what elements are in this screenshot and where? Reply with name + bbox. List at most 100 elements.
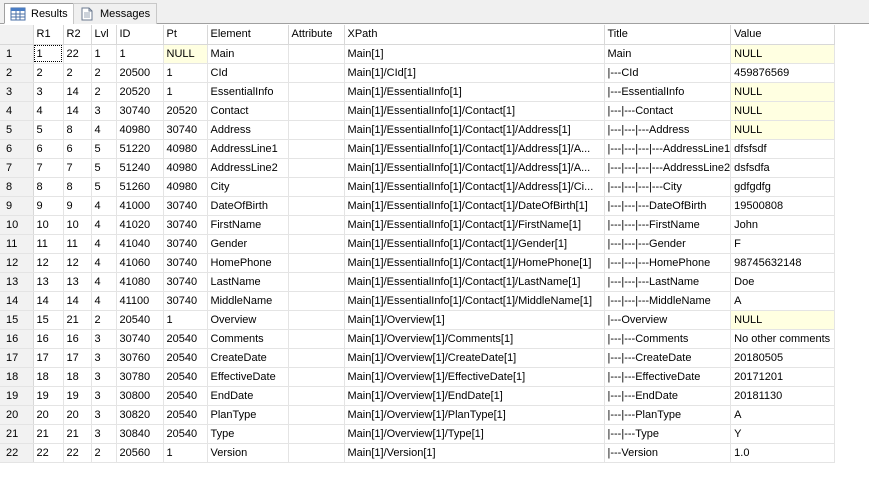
r2-cell[interactable]: 17: [63, 348, 92, 368]
id-cell[interactable]: 30840: [116, 424, 164, 444]
lvl-cell[interactable]: 4: [91, 234, 117, 254]
element-cell[interactable]: Comments: [207, 329, 289, 349]
tab-messages[interactable]: Messages: [73, 3, 158, 24]
id-cell[interactable]: 20500: [116, 63, 164, 83]
element-cell[interactable]: CId: [207, 63, 289, 83]
row-number[interactable]: 22: [0, 443, 34, 463]
r2-cell[interactable]: 6: [63, 139, 92, 159]
pt-cell[interactable]: 30740: [163, 215, 208, 235]
row-number[interactable]: 6: [0, 139, 34, 159]
lvl-cell[interactable]: 2: [91, 443, 117, 463]
attribute-cell[interactable]: [288, 215, 345, 235]
value-cell[interactable]: NULL: [730, 44, 836, 64]
attribute-cell[interactable]: [288, 63, 345, 83]
title-cell[interactable]: |---|---|---|---AddressLine2: [604, 158, 732, 178]
title-cell[interactable]: |---Version: [604, 443, 732, 463]
xpath-cell[interactable]: Main[1]/EssentialInfo[1]/Contact[1]/Home…: [344, 253, 605, 273]
r1-cell[interactable]: 22: [33, 443, 64, 463]
table-row[interactable]: 12 12 12 4 41060 30740 HomePhone Main[1]/Essent…: [0, 253, 836, 273]
value-cell[interactable]: NULL: [730, 82, 836, 102]
r2-cell[interactable]: 10: [63, 215, 92, 235]
row-number[interactable]: 13: [0, 272, 34, 292]
r1-cell[interactable]: 4: [33, 101, 64, 121]
column-header-title[interactable]: Title: [604, 25, 732, 45]
id-cell[interactable]: 30800: [116, 386, 164, 406]
pt-cell[interactable]: 1: [163, 63, 208, 83]
xpath-cell[interactable]: Main[1]/Overview[1]/Type[1]: [344, 424, 605, 444]
attribute-cell[interactable]: [288, 310, 345, 330]
lvl-cell[interactable]: 2: [91, 63, 117, 83]
title-cell[interactable]: |---|---|---Gender: [604, 234, 732, 254]
lvl-cell[interactable]: 1: [91, 44, 117, 64]
value-cell[interactable]: NULL: [730, 120, 836, 140]
title-cell[interactable]: |---|---|---|---City: [604, 177, 732, 197]
value-cell[interactable]: Doe: [730, 272, 836, 292]
row-number[interactable]: 15: [0, 310, 34, 330]
attribute-cell[interactable]: [288, 253, 345, 273]
lvl-cell[interactable]: 5: [91, 177, 117, 197]
element-cell[interactable]: HomePhone: [207, 253, 289, 273]
value-cell[interactable]: gdfgdfg: [730, 177, 836, 197]
attribute-cell[interactable]: [288, 82, 345, 102]
value-cell[interactable]: 20171201: [730, 367, 836, 387]
r2-cell[interactable]: 14: [63, 82, 92, 102]
row-number[interactable]: 1: [0, 44, 34, 64]
title-cell[interactable]: |---|---|---FirstName: [604, 215, 732, 235]
row-number[interactable]: 21: [0, 424, 34, 444]
element-cell[interactable]: EssentialInfo: [207, 82, 289, 102]
id-cell[interactable]: 41100: [116, 291, 164, 311]
xpath-cell[interactable]: Main[1]/EssentialInfo[1]/Contact[1]/Firs…: [344, 215, 605, 235]
element-cell[interactable]: Main: [207, 44, 289, 64]
value-cell[interactable]: Y: [730, 424, 836, 444]
pt-cell[interactable]: 30740: [163, 272, 208, 292]
xpath-cell[interactable]: Main[1]/Overview[1]: [344, 310, 605, 330]
lvl-cell[interactable]: 2: [91, 82, 117, 102]
id-cell[interactable]: 20540: [116, 310, 164, 330]
title-cell[interactable]: |---|---|---|---AddressLine1: [604, 139, 732, 159]
title-cell[interactable]: |---|---Contact: [604, 101, 732, 121]
r1-cell[interactable]: 21: [33, 424, 64, 444]
table-row[interactable]: 22 22 22 2 20560 1 Version Main[1]/Version[1] |-…: [0, 443, 836, 463]
attribute-cell[interactable]: [288, 329, 345, 349]
r1-cell[interactable]: 20: [33, 405, 64, 425]
pt-cell[interactable]: 20540: [163, 348, 208, 368]
pt-cell[interactable]: 20540: [163, 424, 208, 444]
id-cell[interactable]: 41040: [116, 234, 164, 254]
value-cell[interactable]: A: [730, 405, 836, 425]
lvl-cell[interactable]: 4: [91, 120, 117, 140]
pt-cell[interactable]: 1: [163, 82, 208, 102]
table-row[interactable]: 9 9 9 4 41000 30740 DateOfBirth Main[1]/Essenti…: [0, 196, 836, 216]
attribute-cell[interactable]: [288, 44, 345, 64]
xpath-cell[interactable]: Main[1]/EssentialInfo[1]/Contact[1]: [344, 101, 605, 121]
r1-cell[interactable]: 1: [33, 44, 64, 64]
pt-cell[interactable]: NULL: [163, 44, 208, 64]
row-number[interactable]: 10: [0, 215, 34, 235]
row-number[interactable]: 12: [0, 253, 34, 273]
lvl-cell[interactable]: 5: [91, 158, 117, 178]
r2-cell[interactable]: 21: [63, 424, 92, 444]
column-header-element[interactable]: Element: [207, 25, 289, 45]
r2-cell[interactable]: 9: [63, 196, 92, 216]
lvl-cell[interactable]: 4: [91, 215, 117, 235]
value-cell[interactable]: John: [730, 215, 836, 235]
lvl-cell[interactable]: 4: [91, 253, 117, 273]
pt-cell[interactable]: 30740: [163, 291, 208, 311]
title-cell[interactable]: |---CId: [604, 63, 732, 83]
r1-cell[interactable]: 11: [33, 234, 64, 254]
id-cell[interactable]: 30740: [116, 101, 164, 121]
id-cell[interactable]: 51240: [116, 158, 164, 178]
value-cell[interactable]: NULL: [730, 101, 836, 121]
xpath-cell[interactable]: Main[1]/Overview[1]/EndDate[1]: [344, 386, 605, 406]
xpath-cell[interactable]: Main[1]/EssentialInfo[1]/Contact[1]/Midd…: [344, 291, 605, 311]
table-row[interactable]: 14 14 14 4 41100 30740 MiddleName Main[1]/Essen…: [0, 291, 836, 311]
table-row[interactable]: 15 15 21 2 20540 1 Overview Main[1]/Overview[1]…: [0, 310, 836, 330]
attribute-cell[interactable]: [288, 158, 345, 178]
element-cell[interactable]: Address: [207, 120, 289, 140]
xpath-cell[interactable]: Main[1]/Overview[1]/Comments[1]: [344, 329, 605, 349]
attribute-cell[interactable]: [288, 348, 345, 368]
id-cell[interactable]: 30740: [116, 329, 164, 349]
row-number[interactable]: 7: [0, 158, 34, 178]
row-number[interactable]: 16: [0, 329, 34, 349]
pt-cell[interactable]: 1: [163, 443, 208, 463]
r2-cell[interactable]: 2: [63, 63, 92, 83]
